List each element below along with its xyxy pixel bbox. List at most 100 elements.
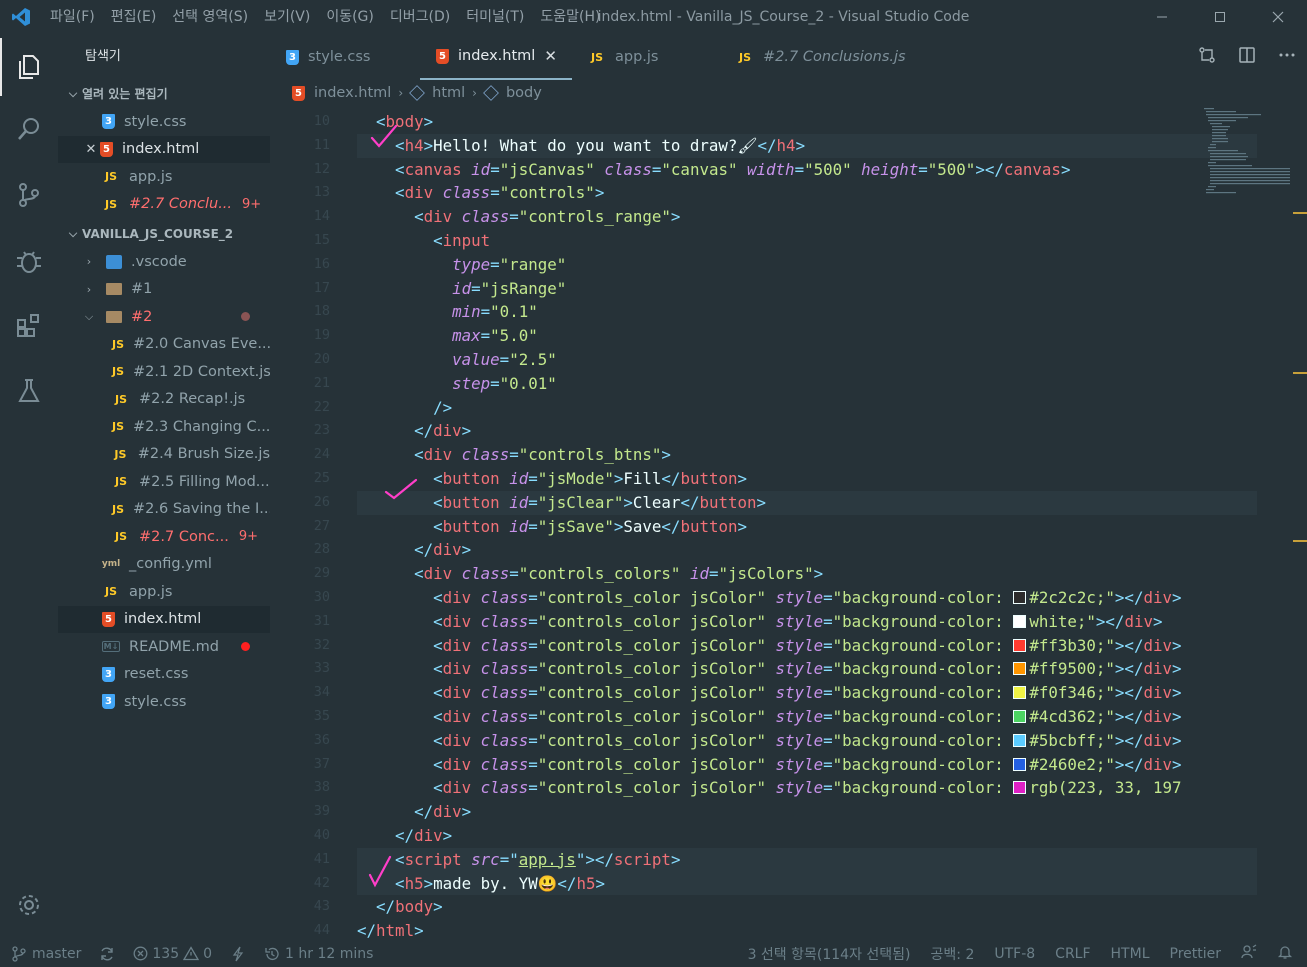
- open-editor-item[interactable]: 3 style.css: [58, 108, 270, 136]
- code-line[interactable]: <div class="controls">: [357, 181, 1257, 205]
- color-swatch[interactable]: [1013, 757, 1027, 771]
- color-swatch[interactable]: [1013, 686, 1027, 700]
- feedback-icon[interactable]: [1241, 943, 1257, 964]
- close-icon[interactable]: ✕: [544, 47, 557, 65]
- tree-file[interactable]: JS #2.2 Recap!.js: [58, 386, 270, 414]
- explorer-icon[interactable]: [0, 38, 58, 96]
- code-line[interactable]: <button id="jsSave">Save</button>: [357, 515, 1257, 539]
- code-line[interactable]: <div class="controls_color jsColor" styl…: [357, 657, 1257, 681]
- code-line[interactable]: <script src="app.js"></script>: [357, 847, 1257, 872]
- debug-icon[interactable]: [0, 232, 58, 290]
- code-line[interactable]: <div class="controls_color jsColor" styl…: [357, 634, 1257, 658]
- tree-file[interactable]: JS #2.6 Saving the I...: [58, 496, 270, 524]
- tree-folder[interactable]: › #1: [58, 276, 270, 304]
- code-line[interactable]: max="5.0": [357, 324, 1257, 348]
- code-line[interactable]: </div>: [357, 800, 1257, 824]
- bell-icon[interactable]: [1277, 944, 1293, 964]
- tab-app-js[interactable]: JS app.js: [572, 34, 720, 80]
- search-icon[interactable]: [0, 100, 58, 158]
- script-src-link[interactable]: app.js: [519, 850, 576, 869]
- code-line[interactable]: <div class="controls_color jsColor" styl…: [357, 586, 1257, 610]
- menu-help[interactable]: 도움말(H): [532, 0, 608, 34]
- open-editor-item[interactable]: JS #2.7 Conclu... 9+: [58, 191, 270, 219]
- code-line[interactable]: </div>: [357, 538, 1257, 562]
- tree-file[interactable]: M↓ README.md: [58, 633, 270, 661]
- color-swatch[interactable]: [1013, 638, 1027, 652]
- menu-terminal[interactable]: 터미널(T): [458, 0, 532, 34]
- open-editor-item[interactable]: JS app.js: [58, 163, 270, 191]
- code-line[interactable]: <div class="controls_color jsColor" styl…: [357, 681, 1257, 705]
- tree-file[interactable]: JS #2.7 Conc... 9+: [58, 523, 270, 551]
- menu-go[interactable]: 이동(G): [318, 0, 382, 34]
- code-line[interactable]: min="0.1": [357, 300, 1257, 324]
- code-line[interactable]: <body>: [357, 110, 1257, 134]
- code-line[interactable]: <h4>Hello! What do you want to draw?🖌</h…: [357, 133, 1257, 158]
- breadcrumb-body[interactable]: body: [506, 85, 542, 101]
- code-line[interactable]: <button id="jsMode">Fill</button>: [357, 467, 1257, 491]
- code-line[interactable]: <div class="controls_color jsColor" styl…: [357, 753, 1257, 777]
- code-line[interactable]: id="jsRange": [357, 277, 1257, 301]
- formatter-status[interactable]: Prettier: [1170, 946, 1222, 962]
- eol-status[interactable]: CRLF: [1055, 946, 1090, 962]
- code-line[interactable]: <div class="controls_color jsColor" styl…: [357, 729, 1257, 753]
- code-area[interactable]: <body> <h4>Hello! What do you want to dr…: [357, 110, 1257, 943]
- code-line[interactable]: step="0.01": [357, 372, 1257, 396]
- color-swatch[interactable]: [1013, 709, 1027, 723]
- encoding-status[interactable]: UTF-8: [994, 946, 1035, 962]
- code-line[interactable]: </div>: [357, 824, 1257, 848]
- menu-edit[interactable]: 편집(E): [103, 0, 165, 34]
- compare-changes-icon[interactable]: [1187, 46, 1227, 68]
- code-line[interactable]: <button id="jsClear">Clear</button>: [357, 490, 1257, 515]
- wakatime-status[interactable]: 1 hr 12 mins: [264, 946, 373, 962]
- tree-file[interactable]: JS #2.3 Changing C...: [58, 413, 270, 441]
- code-line[interactable]: <canvas id="jsCanvas" class="canvas" wid…: [357, 158, 1257, 182]
- color-swatch[interactable]: [1013, 733, 1027, 747]
- breadcrumb-html[interactable]: html: [432, 85, 465, 101]
- maximize-icon[interactable]: [1191, 0, 1249, 34]
- gear-icon[interactable]: [0, 876, 58, 934]
- source-control-icon[interactable]: [0, 166, 58, 224]
- code-line[interactable]: <div class="controls_btns">: [357, 443, 1257, 467]
- minimize-icon[interactable]: [1133, 0, 1191, 34]
- branch-status[interactable]: master: [12, 946, 81, 962]
- flask-icon[interactable]: [0, 362, 58, 420]
- indentation-status[interactable]: 공백: 2: [931, 944, 975, 964]
- split-editor-icon[interactable]: [1227, 46, 1267, 68]
- tree-file[interactable]: JS #2.5 Filling Mod...: [58, 468, 270, 496]
- tree-file[interactable]: 5 index.html: [58, 605, 270, 633]
- open-editors-header[interactable]: ⌵ 열려 있는 편집기: [58, 80, 270, 108]
- menu-view[interactable]: 보기(V): [256, 0, 318, 34]
- sync-icon[interactable]: [99, 946, 115, 962]
- code-line[interactable]: type="range": [357, 253, 1257, 277]
- minimap[interactable]: [1200, 106, 1295, 196]
- extensions-icon[interactable]: [0, 296, 58, 354]
- tree-file[interactable]: JS #2.4 Brush Size.js: [58, 441, 270, 469]
- code-line[interactable]: <div class="controls_color jsColor" styl…: [357, 776, 1257, 800]
- tree-folder[interactable]: › .vscode: [58, 248, 270, 276]
- code-line[interactable]: <div class="controls_color jsColor" styl…: [357, 610, 1257, 634]
- menu-selection[interactable]: 선택 영역(S): [164, 0, 256, 34]
- tree-folder[interactable]: ⌵ #2: [58, 303, 270, 331]
- code-line[interactable]: <div class="controls_colors" id="jsColor…: [357, 562, 1257, 586]
- code-line[interactable]: <div class="controls_range">: [357, 205, 1257, 229]
- color-swatch[interactable]: [1013, 614, 1027, 628]
- code-line[interactable]: <div class="controls_color jsColor" styl…: [357, 705, 1257, 729]
- code-line[interactable]: value="2.5": [357, 348, 1257, 372]
- selection-status[interactable]: 3 선택 항목(114자 선택됨): [748, 944, 911, 964]
- close-window-icon[interactable]: [1249, 0, 1307, 34]
- open-editor-item[interactable]: ✕ 5 index.html: [58, 135, 270, 163]
- more-actions-icon[interactable]: [1267, 46, 1307, 68]
- code-line[interactable]: <h5>made by. YW😃</h5>: [357, 871, 1257, 896]
- tree-file[interactable]: JS #2.1 2D Context.js: [58, 358, 270, 386]
- code-line[interactable]: </body>: [357, 895, 1257, 919]
- close-icon[interactable]: ✕: [84, 142, 98, 157]
- menu-debug[interactable]: 디버그(D): [382, 0, 458, 34]
- tab-conclusions-js[interactable]: JS #2.7 Conclusions.js: [720, 34, 920, 80]
- code-line[interactable]: />: [357, 396, 1257, 420]
- color-swatch[interactable]: [1013, 590, 1027, 604]
- tree-file[interactable]: 3 reset.css: [58, 661, 270, 689]
- code-editor[interactable]: 10 11 12 13 14 15 16 17 18 19 20 21 22 23 24 25 26 27 28 29…: [270, 110, 1307, 940]
- problems-status[interactable]: 135 0: [133, 946, 212, 962]
- code-line[interactable]: </div>: [357, 419, 1257, 443]
- color-swatch[interactable]: [1013, 781, 1027, 795]
